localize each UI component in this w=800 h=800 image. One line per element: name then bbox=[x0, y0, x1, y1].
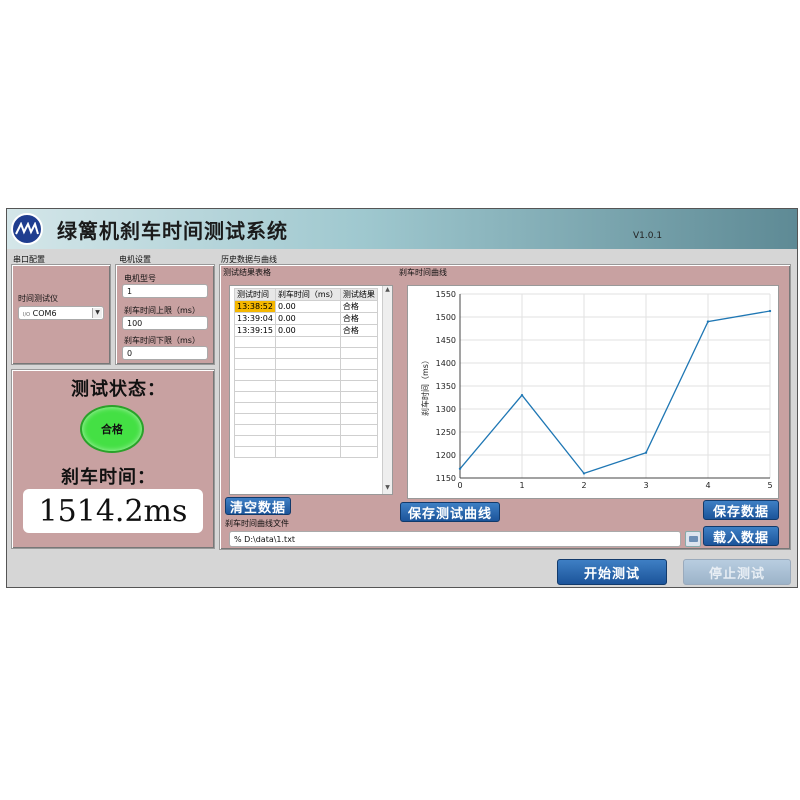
clear-data-button[interactable]: 清空数据 bbox=[225, 497, 291, 516]
table-row bbox=[234, 380, 378, 392]
table-row[interactable]: 13:38:52 0.00 合格 bbox=[234, 300, 378, 313]
instrument-label: 时间测试仪 bbox=[18, 294, 58, 303]
serial-panel: 时间测试仪 I/O COM6 ▼ bbox=[11, 264, 111, 365]
lower-limit-field[interactable]: 0 bbox=[122, 346, 208, 360]
results-table-label: 测试结果表格 bbox=[223, 268, 271, 277]
chevron-down-icon[interactable]: ▼ bbox=[92, 308, 102, 318]
y-tick-label: 1200 bbox=[436, 451, 456, 460]
table-cell: 合格 bbox=[339, 312, 378, 325]
scroll-up-icon[interactable]: ▲ bbox=[383, 286, 392, 296]
table-row[interactable]: 13:39:04 0.00 合格 bbox=[234, 312, 378, 325]
series-line bbox=[459, 310, 771, 475]
x-tick-label: 2 bbox=[581, 481, 586, 490]
file-path-prefix: % bbox=[234, 535, 242, 544]
brake-time-value: 1514.2ms bbox=[23, 489, 203, 533]
data-point bbox=[520, 394, 524, 397]
y-tick-label: 1550 bbox=[436, 290, 456, 299]
app-window: 绿篱机刹车时间测试系统 V1.0.1 串口配置 电机设置 历史数据与曲线 时间测… bbox=[6, 208, 798, 588]
stop-test-button[interactable]: 停止测试 bbox=[683, 559, 791, 585]
y-tick-label: 1300 bbox=[436, 405, 456, 414]
app-title: 绿篱机刹车时间测试系统 bbox=[57, 219, 288, 243]
motor-model-field[interactable]: 1 bbox=[122, 284, 208, 298]
column-header-time[interactable]: 测试时间 bbox=[234, 288, 276, 301]
table-row bbox=[234, 402, 378, 414]
lower-limit-label: 刹车时间下限（ms） bbox=[124, 336, 200, 345]
x-tick-label: 4 bbox=[705, 481, 710, 490]
table-row bbox=[234, 358, 378, 370]
brake-time-title: 刹车时间： bbox=[61, 467, 156, 488]
start-test-button[interactable]: 开始测试 bbox=[557, 559, 667, 585]
upper-limit-field[interactable]: 100 bbox=[122, 316, 208, 330]
table-cell: 合格 bbox=[339, 300, 378, 313]
table-cell: 合格 bbox=[339, 324, 378, 337]
version-label: V1.0.1 bbox=[633, 231, 663, 241]
table-header-row: 测试时间 刹车时间（ms） 测试结果 bbox=[234, 288, 378, 301]
table-cell: 0.00 bbox=[274, 312, 341, 325]
data-point bbox=[706, 320, 710, 323]
x-tick-label: 5 bbox=[767, 481, 772, 490]
y-axis-label: 刹车时间（ms） bbox=[420, 356, 430, 416]
table-row bbox=[234, 336, 378, 348]
chart-svg: 1150 1200 1250 1300 1350 1400 1450 1500 1550 0 1 2 3… bbox=[420, 290, 773, 490]
port-prefix: I/O bbox=[23, 312, 31, 318]
motor-model-label: 电机型号 bbox=[124, 274, 156, 283]
load-data-button[interactable]: 载入数据 bbox=[703, 526, 779, 546]
table-cell: 0.00 bbox=[274, 300, 341, 313]
motor-panel: 电机型号 1 刹车时间上限（ms） 100 刹车时间下限（ms） 0 bbox=[115, 264, 215, 365]
company-logo-icon bbox=[11, 213, 43, 245]
x-tick-label: 3 bbox=[643, 481, 648, 490]
port-value: COM6 bbox=[32, 309, 57, 318]
y-tick-label: 1400 bbox=[436, 359, 456, 368]
table-row[interactable]: 13:39:15 0.00 合格 bbox=[234, 324, 378, 337]
results-table[interactable]: 测试时间 刹车时间（ms） 测试结果 13:38:52 0.00 合格 13:3… bbox=[229, 285, 393, 495]
upper-limit-label: 刹车时间上限（ms） bbox=[124, 306, 200, 315]
save-data-button[interactable]: 保存数据 bbox=[703, 500, 779, 520]
table-cell: 13:38:52 bbox=[234, 300, 276, 313]
data-point bbox=[644, 451, 648, 454]
status-indicator: 合格 bbox=[80, 405, 144, 453]
scroll-down-icon[interactable]: ▼ bbox=[383, 484, 392, 494]
table-row bbox=[234, 391, 378, 403]
y-tick-label: 1250 bbox=[436, 428, 456, 437]
table-row bbox=[234, 424, 378, 436]
table-cell: 13:39:15 bbox=[234, 324, 276, 337]
brake-time-chart: 1150 1200 1250 1300 1350 1400 1450 1500 1550 0 1 2 3… bbox=[407, 285, 779, 499]
table-cell: 13:39:04 bbox=[234, 312, 276, 325]
file-path-value: D:\data\1.txt bbox=[244, 535, 296, 544]
table-row bbox=[234, 435, 378, 447]
y-tick-label: 1350 bbox=[436, 382, 456, 391]
y-tick-label: 1500 bbox=[436, 313, 456, 322]
x-tick-label: 1 bbox=[519, 481, 524, 490]
brake-chart-label: 刹车时间曲线 bbox=[399, 268, 447, 277]
data-point bbox=[768, 309, 772, 313]
test-status-title: 测试状态： bbox=[71, 379, 166, 400]
table-row bbox=[234, 369, 378, 381]
x-tick-label: 0 bbox=[457, 481, 462, 490]
table-cell: 0.00 bbox=[274, 324, 341, 337]
table-scrollbar[interactable]: ▲ ▼ bbox=[382, 286, 392, 494]
table-row bbox=[234, 446, 378, 458]
column-header-result[interactable]: 测试结果 bbox=[339, 288, 378, 301]
y-tick-label: 1150 bbox=[436, 474, 456, 483]
title-bar: 绿篱机刹车时间测试系统 V1.0.1 bbox=[7, 209, 797, 249]
column-header-brake[interactable]: 刹车时间（ms） bbox=[274, 288, 341, 301]
data-point bbox=[458, 467, 462, 470]
port-select[interactable]: I/O COM6 ▼ bbox=[18, 306, 104, 320]
file-label: 刹车时间曲线文件 bbox=[225, 519, 289, 528]
data-point bbox=[582, 472, 586, 475]
table-row bbox=[234, 347, 378, 359]
folder-icon[interactable] bbox=[685, 531, 701, 547]
file-path-field[interactable]: % D:\data\1.txt bbox=[229, 531, 681, 547]
results-grid: 测试时间 刹车时间（ms） 测试结果 13:38:52 0.00 合格 13:3… bbox=[234, 288, 378, 458]
table-row bbox=[234, 413, 378, 425]
y-tick-label: 1450 bbox=[436, 336, 456, 345]
save-curve-button[interactable]: 保存测试曲线 bbox=[400, 502, 500, 522]
